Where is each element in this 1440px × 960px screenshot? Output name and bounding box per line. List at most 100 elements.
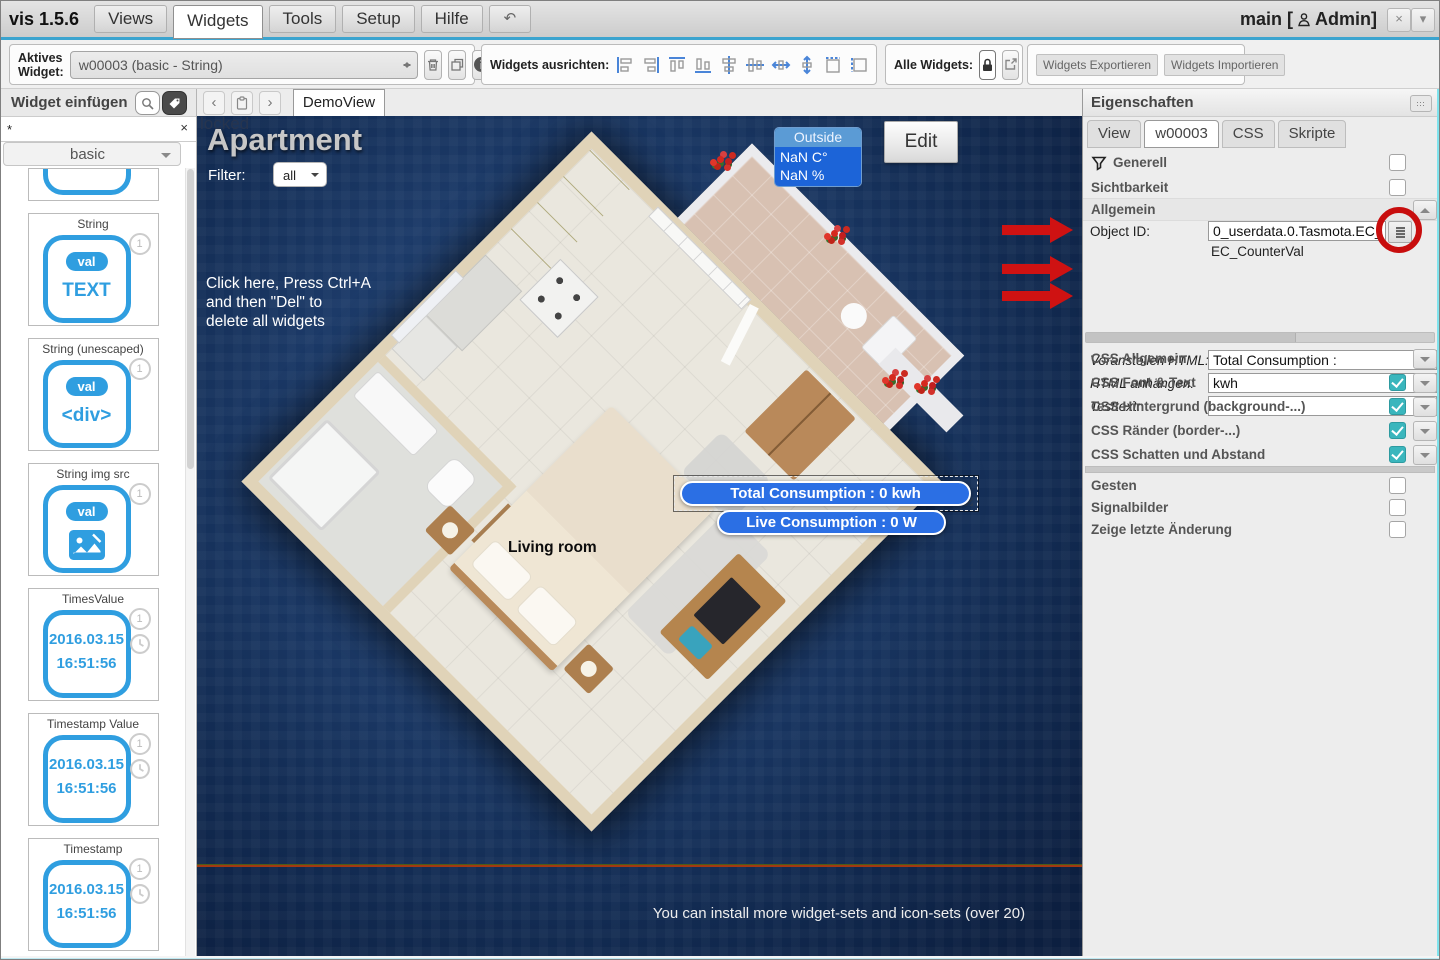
timesvalue-widget-icon: 2016.03.15 16:51:56: [43, 610, 131, 698]
menu-tools[interactable]: Tools: [269, 5, 337, 33]
clipboard-icon: [236, 96, 248, 110]
gesten-checkbox[interactable]: [1389, 477, 1406, 494]
image-icon: [69, 530, 105, 560]
letzte-aenderung-checkbox[interactable]: [1389, 521, 1406, 538]
center-vertical-icon[interactable]: [719, 54, 739, 76]
search-widget-button[interactable]: [135, 91, 160, 115]
section-generell[interactable]: Generell: [1083, 151, 1438, 174]
close-button[interactable]: ×: [1387, 8, 1411, 32]
chevron-down-icon: [161, 153, 171, 163]
section-css-font-text[interactable]: CSS Font & Text: [1083, 371, 1438, 394]
sichtbarkeit-checkbox[interactable]: [1389, 179, 1406, 196]
tab-scripts[interactable]: Skripte: [1278, 120, 1347, 148]
distribute-vertical-icon[interactable]: [797, 54, 817, 76]
string-widget-icon: val TEXT: [43, 235, 131, 323]
section-css-allgemein[interactable]: CSS Allgemein: [1083, 347, 1438, 370]
widget-icon-text: <div>: [48, 405, 126, 427]
flower-pot: [717, 156, 727, 164]
widget-card-string-img-src[interactable]: String img src val 1: [28, 463, 159, 576]
preview-widgets-button[interactable]: [1002, 50, 1019, 80]
clock-badge-icon: [129, 758, 151, 780]
align-top-icon[interactable]: [667, 54, 687, 76]
session-label: main [ Admin]: [1240, 1, 1377, 37]
widget-card-partial[interactable]: [28, 168, 159, 201]
align-right-icon[interactable]: [641, 54, 661, 76]
outside-widget-title: Outside: [775, 128, 861, 147]
outside-weather-widget[interactable]: Outside NaN C° NaN %: [774, 127, 862, 187]
prev-view-button[interactable]: ‹: [203, 91, 225, 115]
section-css-hintergrund[interactable]: CSS Hintergrund (background-...): [1083, 395, 1438, 418]
object-id-input[interactable]: [1208, 221, 1386, 241]
same-width-icon[interactable]: [823, 54, 843, 76]
align-left-icon[interactable]: [615, 54, 635, 76]
center-horizontal-icon[interactable]: [745, 54, 765, 76]
align-bottom-icon[interactable]: [693, 54, 713, 76]
widget-card-title: String img src: [29, 464, 158, 482]
section-sichtbarkeit[interactable]: Sichtbarkeit: [1083, 176, 1438, 199]
css-raender-checkbox[interactable]: [1389, 422, 1406, 439]
object-id-label: Object ID:: [1090, 224, 1150, 239]
edit-button[interactable]: Edit: [884, 121, 958, 163]
window-menu-button[interactable]: ▾: [1411, 8, 1435, 32]
menu-widgets[interactable]: Widgets: [173, 5, 262, 39]
section-css-schatten[interactable]: CSS Schatten und Abstand: [1083, 443, 1438, 466]
expand-section-button[interactable]: [1413, 421, 1437, 441]
widget-card-string[interactable]: String val TEXT 1: [28, 213, 159, 326]
css-font-text-checkbox[interactable]: [1389, 374, 1406, 391]
canvas-filter-select[interactable]: all: [273, 162, 327, 187]
menu-hilfe[interactable]: Hilfe: [421, 5, 483, 33]
copy-icon: [449, 57, 465, 73]
tab-css[interactable]: CSS: [1222, 120, 1275, 148]
signalbilder-checkbox[interactable]: [1389, 499, 1406, 516]
view-boundary-line: [197, 864, 1082, 867]
paste-widget-button[interactable]: [231, 91, 253, 115]
total-consumption-widget[interactable]: Total Consumption : 0 kwh: [680, 481, 971, 506]
widget-card-timestamp[interactable]: Timestamp 2016.03.15 16:51:56 1: [28, 838, 159, 951]
widget-card-timesvalue[interactable]: TimesValue 2016.03.15 16:51:56 1: [28, 588, 159, 701]
widget-card-timestamp-value[interactable]: Timestamp Value 2016.03.15 16:51:56 1: [28, 713, 159, 826]
clone-widget-button[interactable]: [448, 50, 466, 80]
delete-widget-button[interactable]: [424, 50, 442, 80]
expand-section-button[interactable]: [1413, 349, 1437, 369]
annotation-arrow-object-id: [1002, 217, 1074, 243]
tab-demoview[interactable]: DemoView: [293, 89, 385, 116]
properties-header: Eigenschaften: [1083, 89, 1438, 117]
css-hintergrund-checkbox[interactable]: [1389, 398, 1406, 415]
expand-section-button[interactable]: [1413, 445, 1437, 465]
active-widget-select[interactable]: w00003 (basic - String): [70, 51, 418, 79]
outside-temp: NaN C°: [780, 148, 856, 166]
properties-hscrollbar[interactable]: [1085, 332, 1435, 343]
section-signalbilder[interactable]: Signalbilder: [1083, 496, 1438, 519]
chevron-right-icon: ›: [268, 94, 273, 111]
tab-view[interactable]: View: [1087, 120, 1141, 148]
widget-set-select[interactable]: basic: [3, 142, 181, 166]
widget-card-string-unescaped[interactable]: String (unescaped) val <div> 1: [28, 338, 159, 451]
scrollbar-thumb[interactable]: [187, 169, 194, 469]
view-canvas[interactable]: locked Apartment Filter: all Click here,…: [197, 116, 1082, 956]
expand-section-button[interactable]: [1413, 397, 1437, 417]
section-letzte-aenderung[interactable]: Zeige letzte Änderung: [1083, 518, 1438, 541]
undo-button[interactable]: ↶: [489, 5, 532, 33]
export-widgets-button[interactable]: Widgets Exportieren: [1036, 54, 1158, 76]
widget-filter-input[interactable]: [1, 117, 196, 141]
distribute-horizontal-icon[interactable]: [771, 54, 791, 76]
palette-scrollbar[interactable]: [185, 168, 195, 956]
scrollbar-thumb[interactable]: [1086, 333, 1296, 342]
import-widgets-button[interactable]: Widgets Importieren: [1164, 54, 1285, 76]
menu-views[interactable]: Views: [94, 5, 167, 33]
section-css-raender[interactable]: CSS Ränder (border-...): [1083, 419, 1438, 442]
lock-widgets-button[interactable]: [979, 50, 996, 80]
all-widgets-label: Alle Widgets:: [894, 58, 973, 72]
tab-widget-id[interactable]: w00003: [1144, 120, 1219, 148]
css-schatten-checkbox[interactable]: [1389, 446, 1406, 463]
filter-tags-button[interactable]: [162, 91, 187, 115]
clear-filter-icon[interactable]: ×: [180, 120, 188, 135]
panel-options-button[interactable]: [1410, 95, 1432, 112]
next-view-button[interactable]: ›: [259, 91, 281, 115]
generell-checkbox[interactable]: [1389, 154, 1406, 171]
same-height-icon[interactable]: [849, 54, 869, 76]
expand-section-button[interactable]: [1413, 373, 1437, 393]
menu-setup[interactable]: Setup: [342, 5, 414, 33]
section-gesten[interactable]: Gesten: [1083, 474, 1438, 497]
live-consumption-widget[interactable]: Live Consumption : 0 W: [717, 510, 946, 535]
